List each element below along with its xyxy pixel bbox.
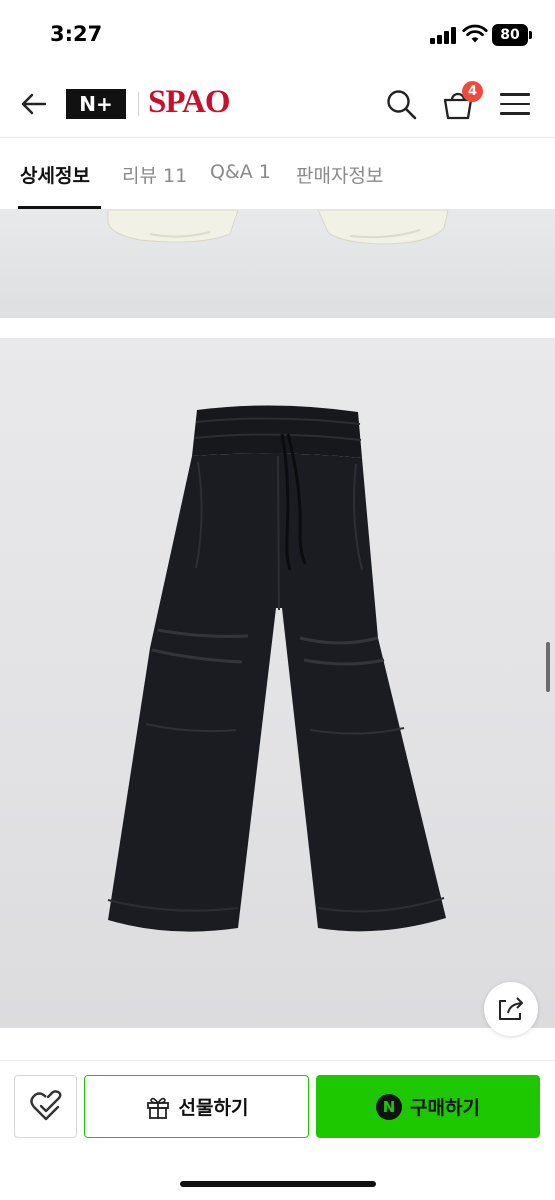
hamburger-menu-icon[interactable] [500,90,530,118]
tab-qna[interactable]: Q&A 1 [210,161,271,183]
app-header: N+ SPAO 4 [0,70,555,138]
naver-n-icon: N [376,1093,403,1120]
search-icon[interactable] [384,87,418,121]
detail-tabs: 상세정보 리뷰 11 Q&A 1 판매자정보 [0,139,555,210]
buy-button-label: 구매하기 [410,1097,480,1119]
scroll-indicator[interactable] [546,642,550,692]
naver-plus-logo[interactable]: N+ [66,89,126,119]
active-tab-indicator [18,206,101,209]
logo-divider [138,92,139,116]
cream-pants-illustration [107,210,449,245]
wifi-icon [462,24,488,43]
gift-icon [146,1097,169,1119]
share-button[interactable] [484,982,538,1036]
home-indicator[interactable] [180,1181,376,1187]
buy-button[interactable]: N 구매하기 [316,1075,540,1138]
image-spacer [0,318,555,338]
product-image-black-pants [0,338,555,1028]
tab-seller-info[interactable]: 판매자정보 [296,161,383,188]
gift-button-label: 선물하기 [178,1097,249,1119]
status-time: 3:27 [50,22,103,46]
cart-count-badge: 4 [462,81,483,102]
heart-check-icon [30,1090,62,1121]
naver-plus-logo-text: N+ [79,92,113,116]
tab-details[interactable]: 상세정보 [20,161,90,188]
signal-icon [430,26,456,44]
spao-brand-logo[interactable]: SPAO [148,84,231,121]
gift-button[interactable]: 선물하기 [84,1075,309,1138]
black-pants-illustration [107,405,446,932]
share-icon [499,997,523,1020]
product-image-cream-pants [0,210,555,318]
battery-icon: 80 [492,24,532,46]
tab-reviews[interactable]: 리뷰 11 [122,161,187,188]
status-bar: 3:27 80 [0,0,555,70]
back-arrow-icon[interactable] [18,88,50,120]
purchase-bar: 선물하기 N 구매하기 [0,1060,555,1200]
wishlist-button[interactable] [14,1075,77,1138]
